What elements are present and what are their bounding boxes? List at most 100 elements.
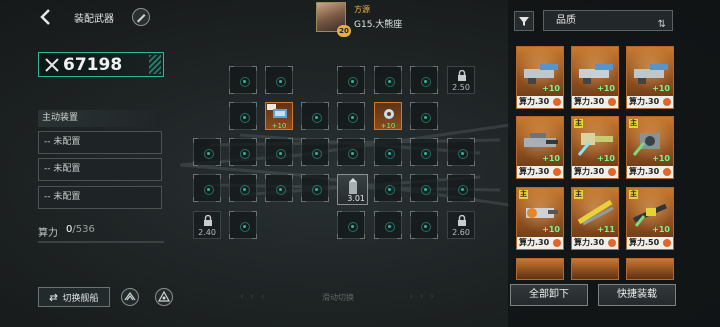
empty-slot[interactable] [301, 174, 329, 202]
back-icon[interactable] [36, 7, 56, 27]
slot-marker-icon [421, 149, 431, 159]
page-title: 装配武器 [74, 14, 114, 25]
rarity-dot-icon [553, 98, 561, 106]
swipe-hint: 滑动切换 [240, 292, 436, 303]
empty-slot[interactable] [193, 138, 221, 166]
empty-slot[interactable] [410, 102, 438, 130]
weapon-item-card-partial[interactable] [516, 258, 564, 280]
active-slot-3[interactable]: -- 未配置 [38, 186, 162, 209]
upgrade-level: +10 [597, 84, 615, 93]
weapon-item-card[interactable]: 主 +11 算力.30 [571, 187, 619, 250]
weapon-item-card-partial[interactable] [571, 258, 619, 280]
locked-slot[interactable]: 2.50 [447, 66, 475, 94]
commander-level: 20 [337, 25, 351, 37]
empty-slot[interactable] [229, 102, 257, 130]
empty-slot[interactable] [374, 138, 402, 166]
occupied-slot[interactable]: 3.01 [337, 174, 368, 205]
empty-slot[interactable] [265, 174, 293, 202]
slot-marker-icon [348, 77, 358, 87]
filter-button[interactable] [514, 11, 534, 31]
gear-module-icon [384, 109, 394, 119]
upgrade-level: +10 [597, 154, 615, 163]
radar-icon [157, 290, 171, 302]
slot-marker-icon [204, 185, 214, 195]
weapon-item-card[interactable]: +10 算力.30 [516, 46, 564, 109]
weapon-item-card[interactable]: 主 +10 算力.30 [571, 116, 619, 179]
radar-button[interactable] [155, 288, 173, 306]
weapon-item-card[interactable]: +10 算力.30 [571, 46, 619, 109]
slot-marker-icon [348, 113, 358, 123]
power-display: 67198 [38, 52, 164, 77]
empty-slot[interactable] [337, 66, 365, 94]
fleet-button[interactable] [121, 288, 139, 306]
upgrade-level: +10 [271, 122, 287, 130]
weapon-item-card[interactable]: 主 +10 算力.50 [626, 187, 674, 250]
weapon-icon [577, 199, 614, 226]
slot-marker-icon [458, 149, 468, 159]
upgrade-level: +10 [652, 154, 670, 163]
empty-slot[interactable] [193, 174, 221, 202]
sort-icon[interactable]: ⇅ [658, 15, 666, 34]
empty-slot[interactable] [410, 66, 438, 94]
empty-slot[interactable] [410, 174, 438, 202]
compute-bar [38, 241, 164, 243]
weapon-icon [526, 208, 558, 218]
empty-slot[interactable] [374, 66, 402, 94]
commander-info[interactable]: 20 方源 G15.大熊座 [316, 2, 402, 37]
slot-marker-icon [276, 77, 286, 87]
sort-label: 品质 [556, 15, 576, 26]
empty-slot[interactable] [374, 174, 402, 202]
missile-pod-icon [273, 109, 287, 118]
active-slot-2[interactable]: -- 未配置 [38, 158, 162, 181]
empty-slot[interactable] [301, 102, 329, 130]
slot-marker-icon [385, 185, 395, 195]
empty-slot[interactable] [229, 138, 257, 166]
rarity-dot-icon [663, 239, 671, 247]
sort-select[interactable]: 品质 ⇅ [543, 10, 673, 31]
edit-button[interactable] [132, 8, 150, 26]
empty-slot[interactable] [265, 138, 293, 166]
active-slot-1[interactable]: -- 未配置 [38, 131, 162, 154]
upgrade-level: +10 [542, 84, 560, 93]
slot-marker-icon [421, 222, 431, 232]
weapon-item-card[interactable]: 主 +10 算力.30 [626, 116, 674, 179]
switch-ship-button[interactable]: 切换舰船 [38, 287, 110, 307]
compute-label: 算力 [38, 228, 58, 239]
unequip-all-button[interactable]: 全部卸下 [510, 284, 588, 306]
rarity-dot-icon [608, 168, 616, 176]
empty-slot[interactable] [301, 138, 329, 166]
empty-slot[interactable] [229, 211, 257, 239]
slot-marker-icon [240, 113, 250, 123]
empty-slot[interactable] [447, 138, 475, 166]
upgrade-level: +10 [380, 122, 396, 130]
empty-slot[interactable] [229, 174, 257, 202]
equipped-weapon-slot[interactable]: +10 [374, 102, 402, 130]
weapon-item-card[interactable]: 主 +10 算力.30 [516, 187, 564, 250]
empty-slot[interactable] [337, 138, 365, 166]
empty-slot[interactable] [337, 211, 365, 239]
main-badge: 主 [629, 190, 638, 199]
slot-marker-icon [312, 113, 322, 123]
weapon-item-card[interactable]: +10 算力.30 [516, 116, 564, 179]
empty-slot[interactable] [337, 102, 365, 130]
slot-marker-icon [385, 222, 395, 232]
upgrade-level: +10 [652, 225, 670, 234]
empty-slot[interactable] [229, 66, 257, 94]
quick-equip-button[interactable]: 快捷装载 [598, 284, 676, 306]
slot-marker-icon [385, 149, 395, 159]
empty-slot[interactable] [265, 66, 293, 94]
empty-slot[interactable] [374, 211, 402, 239]
swap-icon [49, 293, 59, 301]
locked-slot[interactable]: 2.40 [193, 211, 221, 239]
weapon-icon [577, 133, 613, 156]
weapon-item-card-partial[interactable] [626, 258, 674, 280]
main-badge: 主 [574, 190, 583, 199]
empty-slot[interactable] [410, 211, 438, 239]
empty-slot[interactable] [447, 174, 475, 202]
slot-marker-icon [276, 185, 286, 195]
locked-slot[interactable]: 2.60 [447, 211, 475, 239]
slot-marker-icon [421, 185, 431, 195]
equipped-weapon-slot[interactable]: +10 [265, 102, 293, 130]
empty-slot[interactable] [410, 138, 438, 166]
weapon-item-card[interactable]: +10 算力.30 [626, 46, 674, 109]
